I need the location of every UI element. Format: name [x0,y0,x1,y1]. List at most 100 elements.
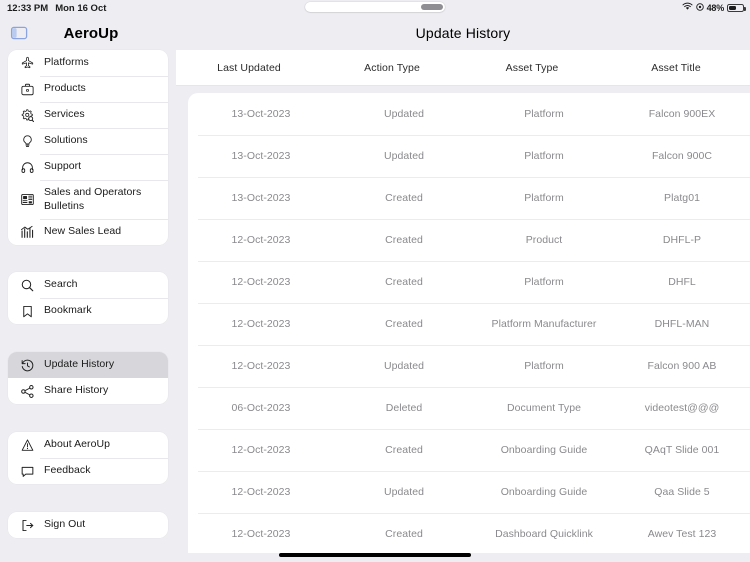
sidebar-item-products[interactable]: Products [8,76,168,102]
sidebar-item-label: Support [44,160,81,174]
table-row[interactable]: 12-Oct-2023 Created Platform DHFL [188,261,750,303]
briefcase-icon [18,80,36,98]
cell-action-type: Updated [334,486,474,498]
table-header-row: Last Updated Action Type Asset Type Asse… [176,50,750,86]
table-row[interactable]: 12-Oct-2023 Updated Platform Falcon 900 … [188,345,750,387]
sidebar-group-tools: Search Bookmark [8,272,168,324]
sidebar-group-account: Sign Out [8,512,168,538]
sidebar-item-label: Services [44,108,85,122]
cell-asset-title: Falcon 900C [614,150,750,162]
status-bar-right: 48% [682,2,750,14]
cell-asset-type: Platform [474,360,614,372]
share-icon [18,382,36,400]
sidebar-item-feedback[interactable]: Feedback [8,458,168,484]
page-title: Update History [176,16,750,50]
sidebar-item-label: New Sales Lead [44,225,121,239]
table-row[interactable]: 13-Oct-2023 Updated Platform Falcon 900E… [188,93,750,135]
sidebar-item-label: Sales and Operators Bulletins [44,186,160,213]
table-row[interactable]: 13-Oct-2023 Created Platform Platg01 [188,177,750,219]
sidebar-item-platforms[interactable]: Platforms [8,50,168,76]
cell-action-type: Created [334,318,474,330]
cell-last-updated: 12-Oct-2023 [188,528,334,540]
sidebar-spacer [0,324,176,352]
sidebar-toggle-icon[interactable] [10,25,30,41]
chart-up-icon [18,223,36,241]
sidebar-item-label: Sign Out [44,518,85,532]
home-indicator[interactable] [279,553,471,557]
cell-asset-title: Platg01 [614,192,750,204]
sidebar-item-bookmark[interactable]: Bookmark [8,298,168,324]
cell-last-updated: 12-Oct-2023 [188,234,334,246]
table-row[interactable]: 13-Oct-2023 Updated Platform Falcon 900C [188,135,750,177]
cell-asset-type: Document Type [474,402,614,414]
cell-asset-title: QAqT Slide 001 [614,444,750,456]
cell-asset-title: DHFL-MAN [614,318,750,330]
cell-last-updated: 12-Oct-2023 [188,486,334,498]
cell-last-updated: 13-Oct-2023 [188,108,334,120]
clock-arrow-icon [18,356,36,374]
cell-asset-type: Platform [474,150,614,162]
cell-asset-type: Platform Manufacturer [474,318,614,330]
info-triangle-icon [18,436,36,454]
sidebar-item-services[interactable]: Services [8,102,168,128]
newspaper-icon [18,191,36,209]
sidebar-item-sign-out[interactable]: Sign Out [8,512,168,538]
status-bar-left: 12:33 PM Mon 16 Oct [0,3,106,14]
sidebar-item-label: Update History [44,358,114,372]
cell-asset-title: DHFL-P [614,234,750,246]
cell-asset-type: Platform [474,276,614,288]
cell-action-type: Created [334,234,474,246]
cell-asset-title: Awev Test 123 [614,528,750,540]
sidebar-item-about-aeroup[interactable]: About AeroUp [8,432,168,458]
column-header-last-updated[interactable]: Last Updated [176,62,322,74]
table-row[interactable]: 12-Oct-2023 Created Dashboard Quicklink … [188,513,750,553]
battery-percent: 48% [707,3,724,13]
table-row[interactable]: 12-Oct-2023 Created Onboarding Guide QAq… [188,429,750,471]
update-history-table[interactable]: 13-Oct-2023 Updated Platform Falcon 900E… [188,93,750,553]
sidebar-item-label: Share History [44,384,108,398]
cell-last-updated: 12-Oct-2023 [188,360,334,372]
table-row[interactable]: 12-Oct-2023 Created Product DHFL-P [188,219,750,261]
cell-last-updated: 13-Oct-2023 [188,150,334,162]
gear-search-icon [18,106,36,124]
sidebar-item-solutions[interactable]: Solutions [8,128,168,154]
main-content: Update History Last Updated Action Type … [176,16,750,562]
app-root: 12:33 PM Mon 16 Oct 48% AeroUp [0,0,750,562]
sidebar-header: AeroUp [0,16,176,50]
table-row[interactable]: 12-Oct-2023 Updated Onboarding Guide Qaa… [188,471,750,513]
table-row[interactable]: 06-Oct-2023 Deleted Document Type videot… [188,387,750,429]
cell-action-type: Deleted [334,402,474,414]
column-header-action-type[interactable]: Action Type [322,62,462,74]
cell-action-type: Updated [334,360,474,372]
cell-last-updated: 12-Oct-2023 [188,318,334,330]
app-title: AeroUp [30,25,152,42]
cell-action-type: Created [334,276,474,288]
column-header-asset-type[interactable]: Asset Type [462,62,602,74]
cell-asset-type: Onboarding Guide [474,486,614,498]
cell-asset-title: Falcon 900EX [614,108,750,120]
sidebar-item-sales-and-operators-bulletins[interactable]: Sales and Operators Bulletins [8,180,168,219]
cell-action-type: Created [334,444,474,456]
sidebar-item-update-history[interactable]: Update History [8,352,168,378]
table-row[interactable]: 12-Oct-2023 Created Platform Manufacture… [188,303,750,345]
cell-asset-title: videotest@@@ [614,402,750,414]
location-services-icon [696,3,704,14]
sidebar-item-search[interactable]: Search [8,272,168,298]
sidebar-item-support[interactable]: Support [8,154,168,180]
lightbulb-icon [18,132,36,150]
sidebar-group-primary-nav: Platforms Products Services Solutions [8,50,168,245]
sidebar-spacer [0,404,176,432]
sidebar-group-history: Update History Share History [8,352,168,404]
cell-action-type: Updated [334,150,474,162]
cell-asset-title: DHFL [614,276,750,288]
sidebar-item-share-history[interactable]: Share History [8,378,168,404]
cell-last-updated: 12-Oct-2023 [188,444,334,456]
column-header-asset-title[interactable]: Asset Title [602,62,750,74]
pill-handle[interactable] [421,4,443,10]
cell-asset-type: Product [474,234,614,246]
sidebar-item-label: Feedback [44,464,91,478]
airplane-icon [18,54,36,72]
search-icon [18,276,36,294]
sidebar-item-new-sales-lead[interactable]: New Sales Lead [8,219,168,245]
multitasking-drag-pill[interactable] [305,2,445,12]
